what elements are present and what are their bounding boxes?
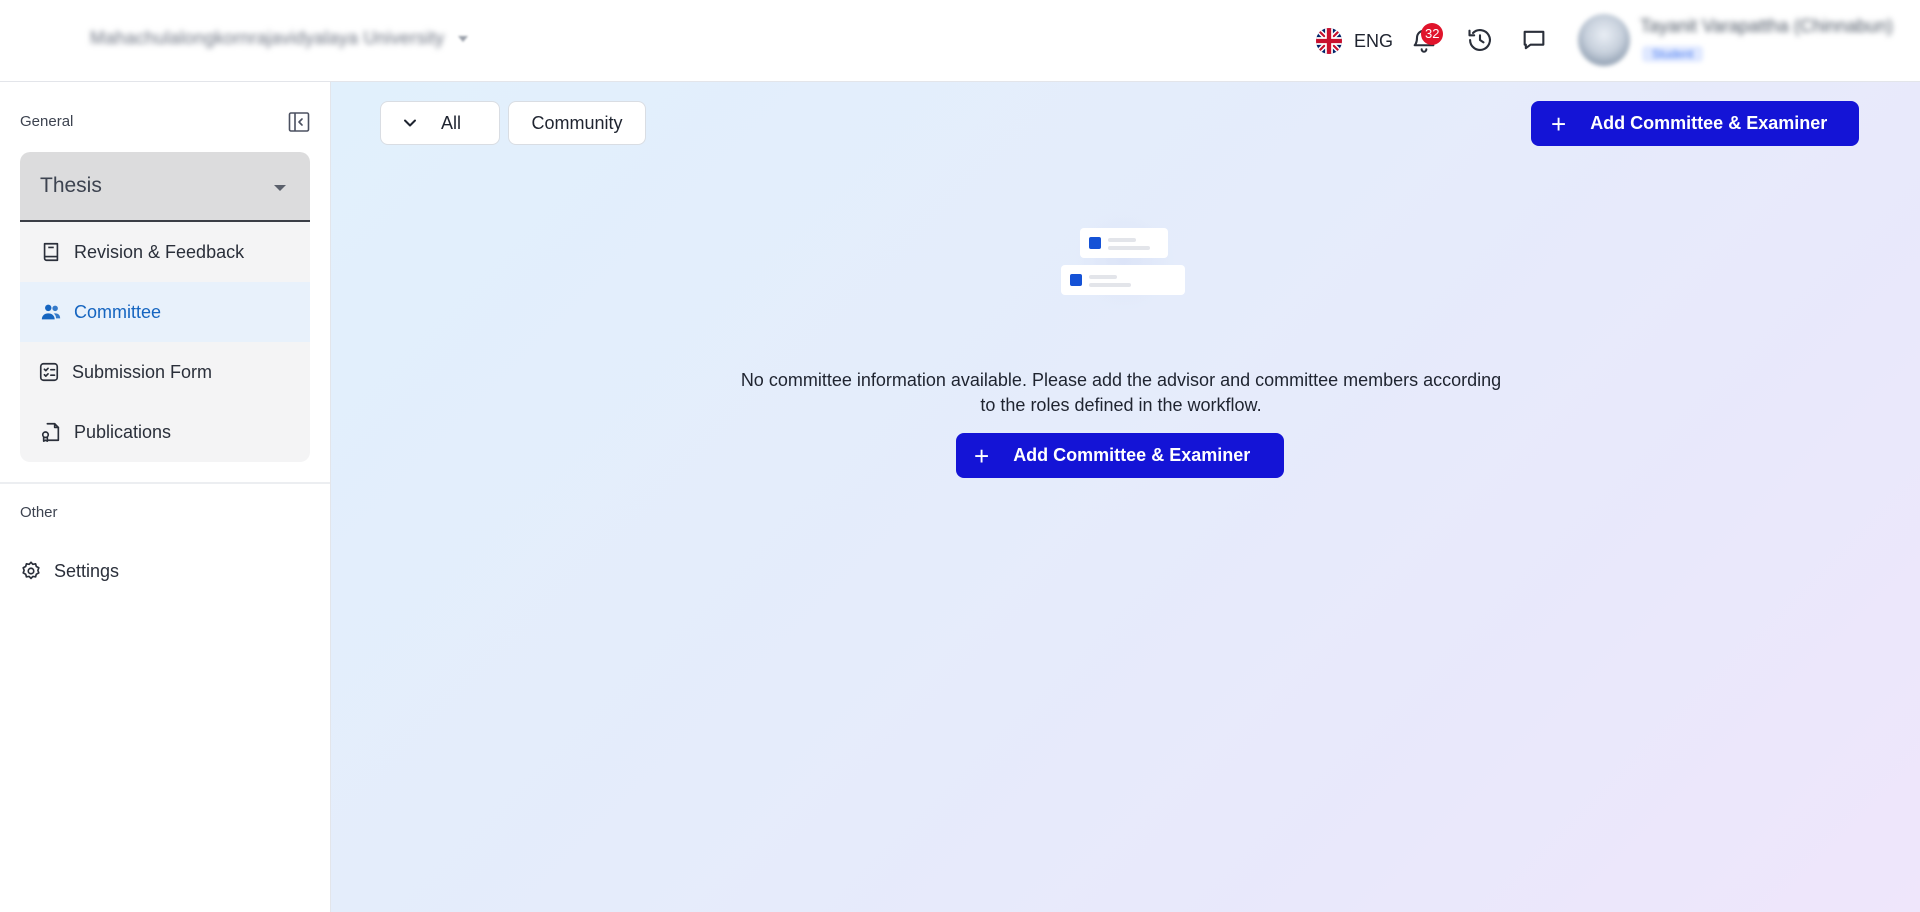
add-committee-button-empty-state[interactable]: + Add Committee & Examiner bbox=[956, 433, 1284, 478]
checklist-icon bbox=[39, 362, 59, 382]
user-role-badge: Student bbox=[1642, 46, 1704, 62]
thesis-select[interactable]: Thesis bbox=[20, 152, 310, 222]
plus-icon: + bbox=[1551, 108, 1567, 139]
filter-community-button[interactable]: Community bbox=[508, 101, 646, 145]
add-committee-button[interactable]: + Add Committee & Examiner bbox=[1531, 101, 1859, 146]
publication-icon bbox=[41, 422, 60, 442]
sidebar-item-label: Publications bbox=[74, 421, 172, 442]
other-section-label: Other bbox=[20, 504, 58, 521]
notification-badge: 32 bbox=[1421, 23, 1444, 45]
language-label: ENG bbox=[1354, 30, 1394, 51]
chat-icon[interactable] bbox=[1520, 26, 1548, 54]
sidebar-item-label: Committee bbox=[74, 301, 162, 322]
users-icon bbox=[41, 304, 61, 320]
add-committee-label: Add Committee & Examiner bbox=[1590, 113, 1828, 133]
sidebar-item-revision-feedback[interactable]: Revision & Feedback bbox=[20, 222, 310, 282]
avatar[interactable] bbox=[1578, 14, 1630, 66]
sidebar-collapse-icon[interactable] bbox=[287, 110, 311, 134]
language-selector[interactable]: ENG bbox=[1316, 28, 1393, 54]
sidebar-item-publications[interactable]: Publications bbox=[20, 402, 310, 462]
chevron-down-icon bbox=[458, 35, 469, 42]
filter-all-label: All bbox=[441, 112, 462, 133]
filter-community-label: Community bbox=[531, 112, 623, 133]
chevron-down-icon bbox=[404, 119, 416, 127]
add-committee-label: Add Committee & Examiner bbox=[1013, 445, 1251, 465]
organization-name: Mahachulalongkornrajavidyalaya Universit… bbox=[90, 28, 445, 48]
uk-flag-icon bbox=[1316, 28, 1342, 54]
user-name[interactable]: Tayanit Varapattha (Chinnabun) bbox=[1640, 16, 1893, 37]
sidebar-item-label: Submission Form bbox=[72, 361, 213, 382]
thesis-select-value: Thesis bbox=[40, 174, 102, 197]
history-icon[interactable] bbox=[1466, 26, 1494, 54]
sidebar-item-settings[interactable]: Settings bbox=[20, 560, 119, 582]
thesis-menu: Thesis Revision & Feedback Committee Sub… bbox=[20, 152, 310, 462]
general-section-label: General bbox=[20, 113, 74, 130]
sidebar-divider bbox=[0, 482, 330, 484]
sidebar: General Thesis Revision & Feedback Commi… bbox=[0, 82, 331, 912]
main-content: All Community + Add Committee & Examiner bbox=[331, 82, 1920, 912]
plus-icon: + bbox=[974, 440, 990, 471]
sidebar-item-committee[interactable]: Committee bbox=[20, 282, 310, 342]
book-icon bbox=[43, 242, 59, 262]
gear-icon bbox=[22, 561, 40, 580]
organization-switcher[interactable]: Mahachulalongkornrajavidyalaya Universit… bbox=[90, 28, 469, 49]
filter-all-dropdown[interactable]: All bbox=[380, 101, 500, 145]
top-header: Mahachulalongkornrajavidyalaya Universit… bbox=[0, 0, 1920, 82]
caret-down-icon bbox=[274, 185, 286, 191]
settings-label: Settings bbox=[54, 560, 120, 581]
sidebar-item-submission-form[interactable]: Submission Form bbox=[20, 342, 310, 402]
empty-state-illustration bbox=[1049, 210, 1199, 310]
sidebar-item-label: Revision & Feedback bbox=[74, 241, 245, 262]
empty-state-message: No committee information available. Plea… bbox=[740, 370, 1502, 415]
